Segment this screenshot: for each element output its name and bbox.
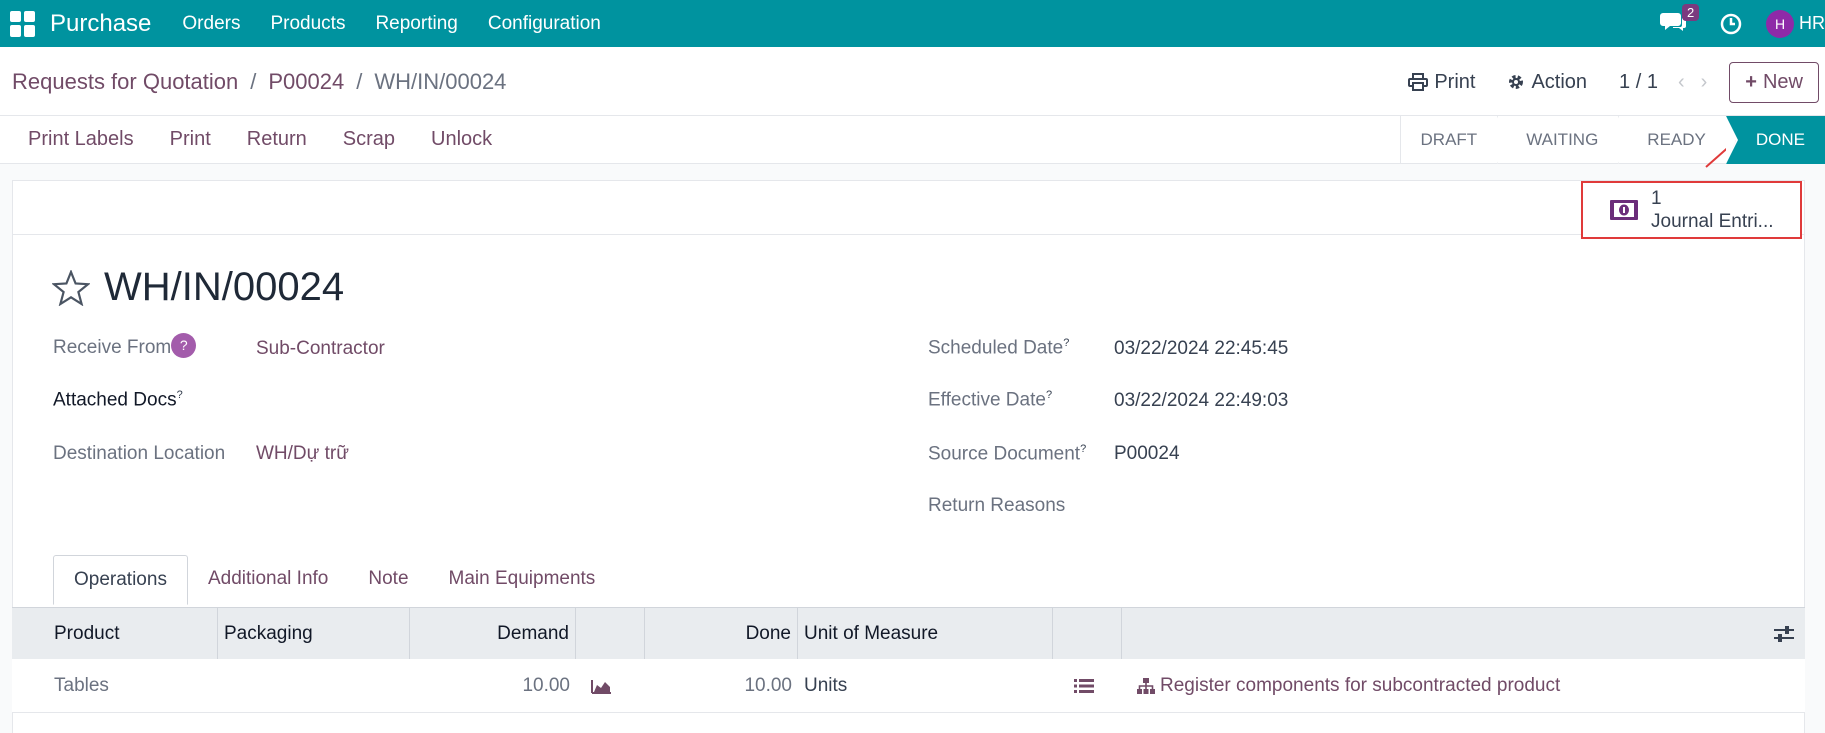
journal-entries-count: 1: [1651, 188, 1662, 209]
col-uom[interactable]: Unit of Measure: [798, 607, 1053, 660]
col-packaging[interactable]: Packaging: [218, 607, 410, 660]
col-details: [1053, 607, 1122, 660]
stage-done: DONE: [1725, 116, 1825, 164]
new-label: New: [1762, 70, 1803, 93]
tab-note[interactable]: Note: [348, 555, 428, 605]
col-demand[interactable]: Demand: [410, 607, 576, 660]
message-count-badge: 2: [1682, 3, 1700, 21]
help-mark[interactable]: ?: [1046, 389, 1052, 401]
pager-next-icon[interactable]: ›: [1701, 71, 1708, 94]
destination-value[interactable]: WH/Dự trữ: [256, 443, 349, 464]
record-title-row: WH/IN/00024: [52, 265, 344, 310]
tab-additional-info[interactable]: Additional Info: [188, 555, 348, 605]
app-menu-icon[interactable]: [10, 10, 36, 37]
breadcrumb-po[interactable]: P00024: [268, 69, 344, 95]
scheduled-date-label: Scheduled Date: [928, 337, 1064, 359]
breadcrumb-current: WH/IN/00024: [374, 69, 507, 94]
area-chart-icon: [591, 679, 611, 694]
money-bill-icon: [1610, 200, 1638, 220]
stage-waiting: WAITING: [1497, 116, 1629, 164]
source-document-label: Source Document: [928, 443, 1081, 465]
menu-orders[interactable]: Orders: [182, 13, 240, 35]
register-components-button[interactable]: Register components for subcontracted pr…: [1122, 659, 1805, 713]
receive-from-value[interactable]: Sub-Contractor: [256, 338, 385, 359]
help-mark[interactable]: ?: [1063, 337, 1069, 349]
cell-demand[interactable]: 10.00: [410, 659, 576, 713]
app-name[interactable]: Purchase: [50, 10, 151, 38]
star-icon[interactable]: [52, 269, 90, 306]
receive-from-field: Receive From?: [53, 333, 197, 359]
record-title: WH/IN/00024: [104, 265, 345, 309]
tab-operations[interactable]: Operations: [53, 555, 188, 605]
table-row[interactable]: Tables 10.00 10.00 Units Register compon…: [12, 659, 1805, 713]
pager-previous-icon[interactable]: ‹: [1678, 71, 1685, 94]
help-icon[interactable]: ?: [171, 333, 197, 358]
new-button[interactable]: + New: [1729, 61, 1819, 103]
statusbar-row: Print Labels Print Return Scrap Unlock D…: [0, 116, 1825, 164]
help-mark[interactable]: ?: [177, 389, 183, 401]
destination-field: Destination Location: [53, 443, 225, 465]
destination-label: Destination Location: [53, 443, 226, 464]
clock-icon[interactable]: [1720, 13, 1742, 35]
scheduled-date-value: 03/22/2024 22:45:45: [1114, 338, 1289, 359]
cell-uom[interactable]: Units: [798, 659, 1053, 713]
user-name[interactable]: HR: [1799, 13, 1825, 34]
register-components-label: Register components for subcontracted pr…: [1160, 674, 1561, 696]
col-forecast: [576, 607, 645, 660]
printer-icon: [1408, 73, 1429, 91]
status-bar: DRAFT WAITING READY DONE: [1399, 116, 1825, 164]
action-label: Action: [1531, 70, 1588, 93]
col-done[interactable]: Done: [645, 607, 798, 660]
breadcrumb-rfq[interactable]: Requests for Quotation: [12, 69, 238, 95]
details-list-icon[interactable]: [1053, 659, 1122, 713]
smart-button-box: 1 Journal Entri...: [13, 181, 1804, 239]
print-label: Print: [1434, 70, 1476, 93]
effective-date-value: 03/22/2024 22:49:03: [1114, 390, 1289, 411]
unlock-button[interactable]: Unlock: [431, 128, 492, 151]
scrap-button[interactable]: Scrap: [343, 128, 395, 151]
breadcrumb-separator: /: [356, 69, 363, 94]
menu-products[interactable]: Products: [270, 13, 345, 35]
print-labels-button[interactable]: Print Labels: [28, 128, 134, 151]
plus-icon: +: [1745, 70, 1757, 93]
control-panel: Requests for Quotation / P00024 / WH/IN/…: [0, 47, 1825, 116]
help-mark[interactable]: ?: [1080, 443, 1086, 455]
operations-table: Product Packaging Demand Done Unit of Me…: [12, 607, 1805, 713]
cell-packaging[interactable]: [218, 659, 410, 713]
print-button[interactable]: Print: [170, 128, 211, 151]
tab-main-equipments[interactable]: Main Equipments: [429, 555, 616, 605]
messages-button[interactable]: 2: [1660, 3, 1700, 39]
table-header: Product Packaging Demand Done Unit of Me…: [12, 607, 1805, 660]
receive-from-label: Receive From: [53, 337, 172, 358]
menu-configuration[interactable]: Configuration: [488, 13, 601, 35]
avatar[interactable]: H: [1766, 9, 1794, 38]
list-icon: [1074, 678, 1094, 693]
journal-entries-button[interactable]: 1 Journal Entri...: [1581, 181, 1802, 239]
cell-done[interactable]: 10.00: [645, 659, 798, 713]
gear-icon: [1509, 75, 1524, 89]
forecast-chart-icon[interactable]: [576, 659, 645, 713]
effective-date-label: Effective Date: [928, 389, 1046, 411]
print-dropdown-button[interactable]: Print: [1408, 71, 1475, 94]
return-button[interactable]: Return: [247, 128, 307, 151]
col-product[interactable]: Product: [12, 607, 218, 660]
sitemap-icon: [1137, 677, 1155, 694]
optional-columns-toggle[interactable]: [1122, 608, 1805, 660]
breadcrumb: Requests for Quotation / P00024 / WH/IN/…: [12, 69, 506, 95]
source-document-value: P00024: [1114, 443, 1180, 464]
cell-product[interactable]: Tables: [12, 659, 218, 713]
return-reasons-label: Return Reasons: [928, 495, 1066, 516]
menu-reporting[interactable]: Reporting: [375, 13, 457, 35]
attached-docs-field: Attached Docs?: [53, 389, 183, 411]
journal-entries-label: Journal Entri...: [1651, 211, 1774, 232]
stage-draft: DRAFT: [1399, 116, 1507, 164]
attached-docs-label: Attached Docs: [53, 389, 177, 411]
top-navbar: Purchase Orders Products Reporting Confi…: [0, 0, 1825, 47]
sliders-icon: [1774, 625, 1794, 642]
pager-value[interactable]: 1 / 1: [1619, 71, 1658, 94]
notebook-tabs: Operations Additional Info Note Main Equ…: [53, 555, 615, 605]
action-dropdown-button[interactable]: Action: [1507, 71, 1587, 94]
breadcrumb-separator: /: [250, 69, 257, 94]
